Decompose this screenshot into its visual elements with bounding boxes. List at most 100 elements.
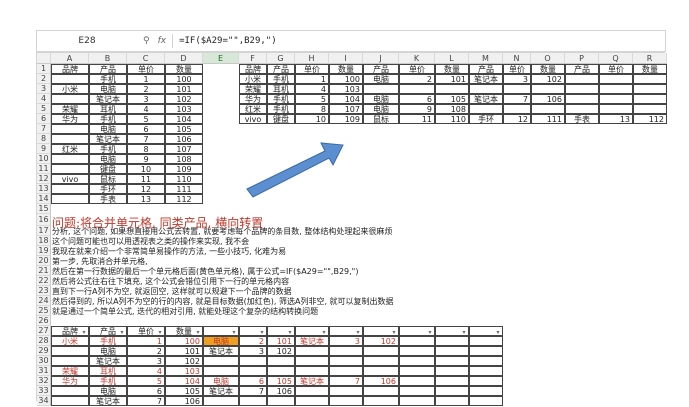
name-box[interactable]: E28: [37, 36, 137, 46]
bottom-table-cell[interactable]: 106: [267, 386, 295, 396]
left-table-cell[interactable]: 电脑: [89, 84, 127, 94]
right-table-header[interactable]: 产品: [267, 64, 295, 74]
right-table-cell[interactable]: 112: [633, 114, 667, 124]
column-header-e[interactable]: E: [203, 53, 239, 64]
row-header-8[interactable]: 8: [37, 134, 51, 144]
column-header-r[interactable]: R: [633, 53, 667, 64]
row-header-7[interactable]: 7: [37, 124, 51, 134]
right-table-cell[interactable]: 鼠标: [363, 114, 399, 124]
left-table-cell[interactable]: 华为: [51, 114, 89, 124]
bottom-table-cell[interactable]: 106: [165, 396, 203, 406]
column-header-m[interactable]: M: [469, 53, 503, 64]
right-table-cell[interactable]: 109: [329, 114, 363, 124]
bottom-table-cell[interactable]: [267, 366, 295, 376]
right-table-cell[interactable]: 笔记本: [469, 94, 503, 104]
bottom-table-cell[interactable]: 104: [165, 376, 203, 386]
right-table-cell[interactable]: [633, 74, 667, 84]
row-header-3[interactable]: 3: [37, 84, 51, 94]
right-table-cell[interactable]: [633, 104, 667, 114]
bottom-table-cell[interactable]: 2: [127, 346, 165, 356]
filter-dropdown-icon[interactable]: ▾: [391, 328, 397, 336]
bottom-table-header[interactable]: 数量 ▾: [165, 326, 203, 336]
bottom-table-cell[interactable]: 5: [127, 376, 165, 386]
bottom-table-cell[interactable]: [469, 336, 503, 346]
left-table-cell[interactable]: 手机: [89, 114, 127, 124]
right-table-cell[interactable]: 12: [503, 114, 531, 124]
bottom-table-header[interactable]: ▾: [399, 326, 435, 336]
bottom-table-cell[interactable]: [363, 386, 399, 396]
right-table-cell[interactable]: [599, 104, 633, 114]
right-table-cell[interactable]: 110: [435, 114, 469, 124]
bottom-table-cell[interactable]: [239, 366, 267, 376]
bottom-table-cell[interactable]: [295, 386, 329, 396]
right-table-cell[interactable]: 107: [329, 104, 363, 114]
right-table-header[interactable]: 单价: [599, 64, 633, 74]
row-header-25[interactable]: 25: [37, 306, 51, 316]
right-table-cell[interactable]: 耳机: [267, 84, 295, 94]
right-table-cell[interactable]: 红米: [239, 104, 267, 114]
left-table-cell[interactable]: 100: [165, 74, 203, 84]
right-table-cell[interactable]: 100: [329, 74, 363, 84]
left-table-cell[interactable]: 4: [127, 104, 165, 114]
filter-dropdown-icon[interactable]: ▾: [287, 328, 293, 336]
left-table-cell[interactable]: 鼠标: [89, 174, 127, 184]
bottom-table-cell[interactable]: [51, 386, 89, 396]
left-table-header[interactable]: 品牌: [51, 64, 89, 74]
row-header-24[interactable]: 24: [37, 296, 51, 306]
bottom-table-cell[interactable]: [51, 356, 89, 366]
left-table-cell[interactable]: 电脑: [89, 124, 127, 134]
column-header-q[interactable]: Q: [599, 53, 633, 64]
row-header-26[interactable]: 26: [37, 316, 51, 326]
bottom-table-cell[interactable]: 7: [127, 396, 165, 406]
bottom-table-cell[interactable]: 小米: [51, 336, 89, 346]
left-table-cell[interactable]: 键盘: [89, 164, 127, 174]
bottom-table-cell[interactable]: 1: [127, 336, 165, 346]
bottom-table-cell[interactable]: 华为: [51, 376, 89, 386]
row-header-29[interactable]: 29: [37, 346, 51, 356]
left-table-cell[interactable]: vivo: [51, 174, 89, 184]
bottom-table-cell[interactable]: 笔记本: [295, 376, 329, 386]
bottom-table-cell[interactable]: [363, 396, 399, 406]
filter-dropdown-icon[interactable]: ▾: [355, 328, 361, 336]
right-table-cell[interactable]: 108: [435, 104, 469, 114]
bottom-table-cell[interactable]: 笔记本: [203, 346, 239, 356]
left-table-cell[interactable]: [51, 164, 89, 174]
bottom-table-cell[interactable]: 手机: [89, 336, 127, 346]
left-table-cell[interactable]: 耳机: [89, 104, 127, 114]
bottom-table-header[interactable]: ▾: [329, 326, 363, 336]
row-header-20[interactable]: 20: [37, 256, 51, 266]
bottom-table-cell[interactable]: 106: [363, 376, 399, 386]
right-table-cell[interactable]: 106: [531, 94, 565, 104]
bottom-table-cell[interactable]: 101: [267, 336, 295, 346]
left-table-cell[interactable]: [51, 194, 89, 204]
left-table-cell[interactable]: 6: [127, 124, 165, 134]
left-table-header[interactable]: 产品: [89, 64, 127, 74]
left-table-cell[interactable]: 102: [165, 94, 203, 104]
bottom-table-cell[interactable]: [329, 346, 363, 356]
left-table-cell[interactable]: 8: [127, 144, 165, 154]
bottom-table-cell[interactable]: [329, 356, 363, 366]
bottom-table-cell[interactable]: 手机: [89, 376, 127, 386]
bottom-table-cell[interactable]: [399, 336, 435, 346]
right-table-cell[interactable]: [565, 74, 599, 84]
right-table-cell[interactable]: 手机: [267, 104, 295, 114]
left-table-cell[interactable]: 101: [165, 84, 203, 94]
bottom-table-cell[interactable]: 7: [329, 376, 363, 386]
bottom-table-cell[interactable]: [435, 386, 469, 396]
bottom-table-cell[interactable]: [203, 366, 239, 376]
right-table-cell[interactable]: [565, 104, 599, 114]
bottom-table-header[interactable]: ▾: [203, 326, 239, 336]
left-table-cell[interactable]: 电脑: [89, 154, 127, 164]
bottom-table-cell[interactable]: [329, 386, 363, 396]
filter-dropdown-icon[interactable]: ▾: [461, 328, 467, 336]
right-table-cell[interactable]: 8: [295, 104, 329, 114]
left-table-cell[interactable]: 112: [165, 194, 203, 204]
right-table-header[interactable]: 单价: [503, 64, 531, 74]
row-header-14[interactable]: 14: [37, 194, 51, 204]
filter-dropdown-icon[interactable]: ▾: [495, 328, 501, 336]
bottom-table-cell[interactable]: [329, 366, 363, 376]
column-header-j[interactable]: J: [363, 53, 399, 64]
left-table-cell[interactable]: [51, 94, 89, 104]
left-table-cell[interactable]: 13: [127, 194, 165, 204]
right-table-cell[interactable]: [503, 84, 531, 94]
